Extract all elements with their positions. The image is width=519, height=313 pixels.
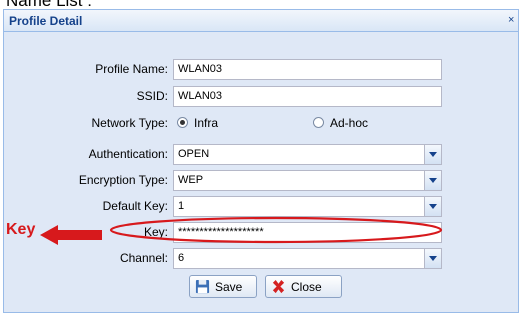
key-label: Key:	[143, 225, 168, 239]
encryption-type-select[interactable]: WEP	[173, 170, 442, 191]
radio-adhoc[interactable]	[313, 117, 324, 128]
encryption-type-value: WEP	[178, 174, 204, 186]
chevron-down-icon[interactable]	[424, 249, 441, 268]
authentication-value: OPEN	[178, 148, 210, 160]
channel-label: Channel:	[119, 251, 168, 265]
ssid-label: SSID:	[136, 89, 168, 103]
authentication-row: Authentication: OPEN	[0, 144, 519, 166]
default-key-value: 1	[178, 200, 185, 212]
encryption-type-label: Encryption Type:	[78, 173, 168, 187]
channel-row: Channel: 6	[0, 248, 519, 270]
floppy-disk-icon	[195, 279, 210, 294]
save-button[interactable]: Save	[189, 275, 257, 298]
default-key-row: Default Key: 1	[0, 196, 519, 218]
profile-name-input[interactable]: WLAN03	[173, 59, 442, 80]
radio-infra[interactable]	[177, 117, 188, 128]
ssid-input[interactable]: WLAN03	[173, 86, 442, 107]
annotation-key-label: Key	[6, 221, 36, 238]
close-button-label: Close	[291, 280, 322, 294]
default-key-label: Default Key:	[102, 199, 168, 213]
profile-name-label: Profile Name:	[95, 62, 168, 76]
profile-name-row: Profile Name: WLAN03	[0, 59, 519, 81]
radio-adhoc-label[interactable]: Ad-hoc	[330, 116, 368, 130]
radio-infra-label[interactable]: Infra	[194, 116, 218, 130]
network-type-row: Network Type: Infra Ad-hoc	[0, 113, 519, 135]
authentication-label: Authentication:	[88, 147, 168, 161]
close-icon[interactable]: ×	[508, 13, 516, 27]
key-input[interactable]: ********************	[173, 222, 442, 243]
authentication-select[interactable]: OPEN	[173, 144, 442, 165]
key-annotation: Key	[0, 220, 102, 250]
network-type-label: Network Type:	[91, 116, 168, 130]
chevron-down-icon[interactable]	[424, 171, 441, 190]
dialog-title: Profile Detail	[9, 14, 83, 28]
left-arrow-icon	[40, 225, 102, 245]
save-button-label: Save	[215, 280, 243, 294]
chevron-down-icon[interactable]	[424, 145, 441, 164]
chevron-down-icon[interactable]	[424, 197, 441, 216]
channel-value: 6	[178, 252, 185, 264]
dialog-titlebar: Profile Detail ×	[4, 10, 518, 32]
default-key-select[interactable]: 1	[173, 196, 442, 217]
close-button[interactable]: Close	[265, 275, 342, 298]
red-x-icon	[272, 279, 285, 294]
encryption-type-row: Encryption Type: WEP	[0, 170, 519, 192]
channel-select[interactable]: 6	[173, 248, 442, 269]
ssid-row: SSID: WLAN03	[0, 86, 519, 108]
